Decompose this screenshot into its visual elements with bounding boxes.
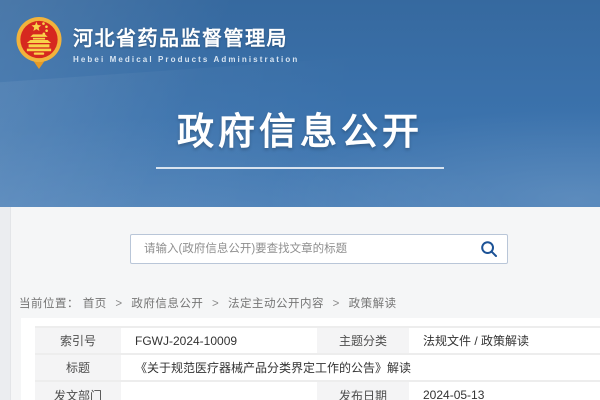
table-row-title: 标题 《关于规范医疗器械产品分类界定工作的公告》解读 bbox=[35, 354, 600, 381]
search-button[interactable] bbox=[471, 235, 507, 263]
breadcrumb-home[interactable]: 首页 bbox=[83, 298, 107, 310]
publish-date-value: 2024-05-13 bbox=[409, 381, 600, 400]
site-subtitle: Hebei Medical Products Administration bbox=[73, 55, 299, 64]
doc-title-label: 标题 bbox=[35, 354, 121, 381]
document-info-card: 索引号 FGWJ-2024-10009 主题分类 法规文件 / 政策解读 标题 … bbox=[21, 318, 600, 400]
site-logo[interactable]: 河北省药品监督管理局 Hebei Medical Products Admini… bbox=[13, 15, 299, 71]
category-label: 主题分类 bbox=[317, 327, 409, 354]
page: 河北省药品监督管理局 Hebei Medical Products Admini… bbox=[0, 0, 600, 400]
search-box bbox=[130, 234, 508, 264]
breadcrumb-separator: > bbox=[115, 298, 122, 310]
document-info-table: 索引号 FGWJ-2024-10009 主题分类 法规文件 / 政策解读 标题 … bbox=[35, 326, 600, 400]
content-area: 当前位置： 首页 > 政府信息公开 > 法定主动公开内容 > 政策解读 索引号 … bbox=[0, 207, 600, 400]
breadcrumb-separator: > bbox=[212, 298, 219, 310]
table-row-index-category: 索引号 FGWJ-2024-10009 主题分类 法规文件 / 政策解读 bbox=[35, 327, 600, 354]
department-label: 发文部门 bbox=[35, 381, 121, 400]
table-row-department-date: 发文部门 发布日期 2024-05-13 bbox=[35, 381, 600, 400]
brand-text: 河北省药品监督管理局 Hebei Medical Products Admini… bbox=[73, 22, 299, 64]
breadcrumb-separator: > bbox=[333, 298, 340, 310]
search-input[interactable] bbox=[131, 235, 471, 263]
search-icon bbox=[480, 240, 498, 258]
category-value: 法规文件 / 政策解读 bbox=[409, 327, 600, 354]
site-header: 河北省药品监督管理局 Hebei Medical Products Admini… bbox=[0, 0, 600, 207]
page-title: 政府信息公开 bbox=[177, 101, 423, 155]
index-number-label: 索引号 bbox=[35, 327, 121, 354]
site-title: 河北省药品监督管理局 bbox=[73, 22, 299, 51]
breadcrumb: 当前位置： 首页 > 政府信息公开 > 法定主动公开内容 > 政策解读 bbox=[19, 295, 397, 311]
breadcrumb-prefix: 当前位置： bbox=[19, 298, 79, 310]
publish-date-label: 发布日期 bbox=[317, 381, 409, 400]
breadcrumb-gov-info[interactable]: 政府信息公开 bbox=[131, 298, 203, 310]
department-value bbox=[121, 381, 317, 400]
doc-title-value: 《关于规范医疗器械产品分类界定工作的公告》解读 bbox=[121, 354, 600, 381]
banner-divider bbox=[156, 167, 444, 169]
breadcrumb-policy-interpretation[interactable]: 政策解读 bbox=[349, 298, 397, 310]
national-emblem-icon bbox=[13, 15, 65, 71]
index-number-value: FGWJ-2024-10009 bbox=[121, 327, 317, 354]
breadcrumb-statutory-disclosure[interactable]: 法定主动公开内容 bbox=[228, 298, 324, 310]
